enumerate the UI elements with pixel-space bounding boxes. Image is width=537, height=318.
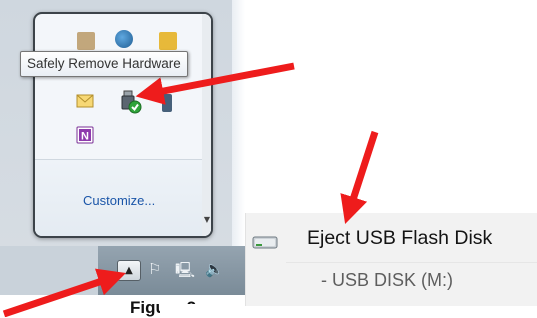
eject-label: Eject USB Flash Disk [307, 227, 493, 249]
tray-screenshot: N Customize... ▼ Safely Remove Hardware … [0, 0, 245, 295]
onenote-letter: N [81, 131, 89, 143]
app-icon[interactable] [77, 32, 95, 50]
drive-label: - USB DISK (M:) [321, 270, 454, 290]
notification-overflow-popup: N Customize... ▼ [33, 12, 213, 238]
show-hidden-icons-button[interactable]: ▲ [117, 260, 141, 281]
eject-menu-item[interactable]: Eject USB Flash Disk [246, 219, 537, 262]
globe-icon[interactable] [115, 30, 133, 48]
email-icon[interactable] [76, 93, 94, 111]
usb-safely-remove-icon[interactable] [118, 90, 142, 114]
app-icon-partial[interactable] [162, 94, 172, 112]
usb-drive-icon [252, 236, 278, 249]
eject-menu: Eject USB Flash Disk - USB DISK (M:) [245, 213, 537, 306]
flag-icon[interactable]: ⚐ [148, 260, 161, 278]
usb-disk-subitem: - USB DISK (M:) [246, 262, 537, 302]
customize-area: Customize... [35, 159, 211, 236]
safely-remove-tooltip: Safely Remove Hardware [20, 51, 188, 77]
volume-icon[interactable]: 🔈 [205, 260, 224, 278]
taskbar: ▲ ⚐ 🖳 🔈 [0, 246, 245, 295]
hidden-icons-grid: N [35, 14, 211, 159]
arrow-to-eject [340, 130, 379, 224]
network-icon[interactable]: 🖳 [175, 260, 195, 285]
popup-scrollbar[interactable] [202, 14, 211, 236]
onenote-icon[interactable]: N [76, 126, 94, 144]
caption-mask [160, 304, 220, 317]
scroll-down-icon[interactable]: ▼ [204, 215, 210, 224]
folder-icon[interactable] [159, 32, 177, 50]
customize-link[interactable]: Customize... [83, 193, 155, 208]
